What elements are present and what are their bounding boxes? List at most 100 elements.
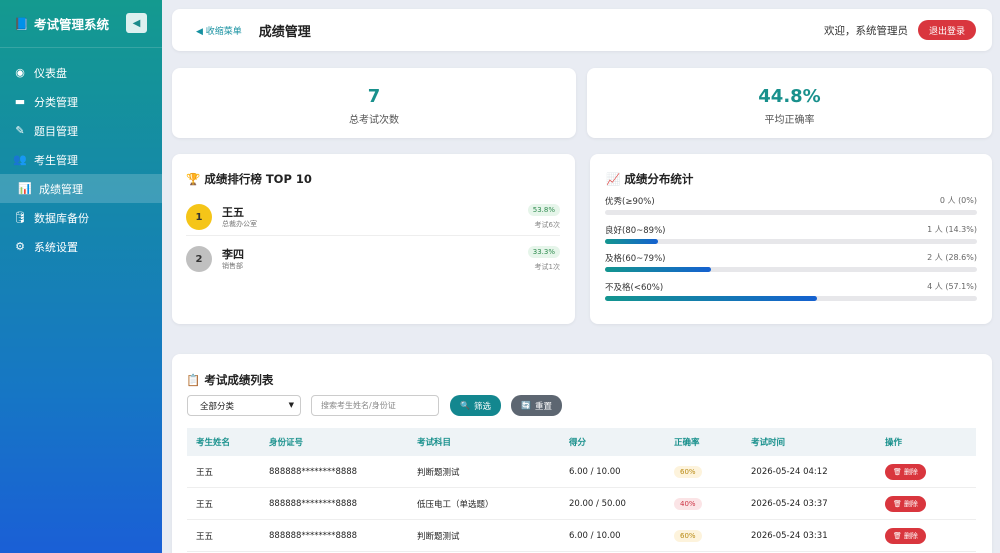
score-table: 考生姓名 身份证号 考试科目 得分 正确率 考试时间 操作 王五 888888*… bbox=[187, 428, 976, 552]
reset-label: 重置 bbox=[534, 401, 552, 412]
distribution-count: 4 人 (57.1%) bbox=[927, 282, 977, 291]
delete-button[interactable]: 🗑 删除 bbox=[885, 495, 926, 512]
rank-badge: 1 bbox=[186, 204, 212, 230]
clipboard-icon: 📋 bbox=[186, 373, 201, 387]
sidebar-item-label: 系统设置 bbox=[34, 240, 78, 254]
progress-fill bbox=[605, 296, 818, 301]
distribution-count: 0 人 (0%) bbox=[939, 196, 977, 205]
filter-label: 筛选 bbox=[473, 401, 491, 412]
logout-button[interactable]: 退出登录 bbox=[918, 20, 976, 40]
table-row: 王五 888888********8888 判断题测试 6.00 / 10.00… bbox=[187, 520, 976, 552]
search-input[interactable]: 搜索考生姓名/身份证 bbox=[311, 395, 439, 416]
gear-icon: ⚙ bbox=[15, 240, 25, 253]
sidebar-nav: ◉ 仪表盘 ▬ 分类管理 ✎ 题目管理 👥 考生管理 📊 成绩管理 🛢 数据库备… bbox=[0, 58, 162, 261]
ranking-title: 🏆 成绩排行榜 TOP 10 bbox=[186, 171, 312, 187]
sidebar-item-settings[interactable]: ⚙ 系统设置 bbox=[0, 232, 162, 261]
category-select-value: 全部分类 bbox=[200, 401, 235, 412]
category-select[interactable]: 全部分类 ▼ bbox=[187, 395, 301, 416]
distribution-title-text: 成绩分布统计 bbox=[624, 172, 694, 186]
sidebar-collapse-button[interactable]: ◀ bbox=[126, 13, 147, 33]
brand-title: 考试管理系统 bbox=[33, 17, 109, 32]
top-header: ◀ 收缩菜单 成绩管理 欢迎，系统管理员 退出登录 bbox=[172, 9, 992, 51]
delete-label: 删除 bbox=[903, 499, 918, 508]
progress-track bbox=[605, 239, 977, 244]
filter-button[interactable]: 🔍 筛选 bbox=[450, 395, 501, 416]
distribution-row: 良好(80~89%) 1 人 (14.3%) bbox=[605, 224, 977, 252]
delete-label: 删除 bbox=[903, 467, 918, 476]
cell-name: 王五 bbox=[196, 499, 214, 510]
distribution-count: 1 人 (14.3%) bbox=[927, 225, 977, 234]
sidebar-item-label: 仪表盘 bbox=[34, 66, 67, 80]
distribution-count: 2 人 (28.6%) bbox=[927, 253, 977, 262]
sidebar-item-label: 成绩管理 bbox=[39, 182, 83, 196]
delete-button[interactable]: 🗑 删除 bbox=[885, 463, 926, 480]
distribution-title: 📈 成绩分布统计 bbox=[606, 171, 693, 187]
trash-icon: 🗑 bbox=[893, 499, 902, 508]
ranking-title-text: 成绩排行榜 TOP 10 bbox=[204, 172, 312, 186]
rank-rate: 53.8% bbox=[527, 204, 560, 216]
stat-card-avg-accuracy: 44.8% 平均正确率 bbox=[587, 68, 992, 138]
dashboard-icon: ◉ bbox=[15, 66, 25, 79]
refresh-icon: 🔄 bbox=[521, 401, 531, 410]
rate-badge: 60% bbox=[674, 529, 702, 542]
cell-action: 🗑 删除 bbox=[885, 495, 965, 512]
reset-button[interactable]: 🔄 重置 bbox=[511, 395, 562, 416]
table-header: 考生姓名 身份证号 考试科目 得分 正确率 考试时间 操作 bbox=[187, 428, 976, 456]
ranking-card: 🏆 成绩排行榜 TOP 10 1 王五 总裁办公室 53.8% 考试6次 2 李四… bbox=[172, 154, 575, 324]
rank-rate: 33.3% bbox=[527, 246, 560, 258]
column-header: 操作 bbox=[885, 438, 903, 448]
avg-accuracy-value: 44.8% bbox=[758, 86, 821, 107]
collapse-menu-link[interactable]: ◀ 收缩菜单 bbox=[196, 24, 242, 37]
column-header: 得分 bbox=[569, 438, 587, 448]
trash-icon: 🗑 bbox=[893, 531, 902, 540]
sidebar-item-examinees[interactable]: 👥 考生管理 bbox=[0, 145, 162, 174]
progress-fill bbox=[605, 267, 712, 272]
table-row: 王五 888888********8888 判断题测试 6.00 / 10.00… bbox=[187, 456, 976, 488]
rate-badge: 60% bbox=[674, 465, 702, 478]
cell-time: 2026-05-24 04:12 bbox=[751, 466, 828, 477]
chart-up-icon: 📈 bbox=[606, 172, 621, 186]
sidebar-item-questions[interactable]: ✎ 题目管理 bbox=[0, 116, 162, 145]
cell-action: 🗑 删除 bbox=[885, 527, 965, 544]
delete-button[interactable]: 🗑 删除 bbox=[885, 527, 926, 544]
distribution-row: 优秀(≥90%) 0 人 (0%) bbox=[605, 195, 977, 223]
cell-name: 王五 bbox=[196, 467, 214, 478]
page-title: 成绩管理 bbox=[258, 24, 311, 40]
sidebar-item-categories[interactable]: ▬ 分类管理 bbox=[0, 87, 162, 116]
avg-accuracy-label: 平均正确率 bbox=[764, 115, 815, 126]
sidebar-item-dashboard[interactable]: ◉ 仪表盘 bbox=[0, 58, 162, 87]
distribution-label: 良好(80~89%) bbox=[605, 226, 666, 236]
chevron-down-icon: ▼ bbox=[288, 401, 294, 409]
total-exams-label: 总考试次数 bbox=[349, 115, 399, 126]
sidebar-item-backup[interactable]: 🛢 数据库备份 bbox=[0, 203, 162, 232]
total-exams-value: 7 bbox=[367, 86, 381, 107]
trash-icon: 🗑 bbox=[893, 467, 902, 476]
cell-time: 2026-05-24 03:37 bbox=[751, 498, 828, 509]
column-header: 正确率 bbox=[674, 438, 700, 448]
rate-badge: 40% bbox=[674, 497, 702, 510]
folder-icon: ▬ bbox=[14, 95, 26, 108]
distribution-label: 及格(60~79%) bbox=[605, 254, 666, 264]
rank-count: 考试6次 bbox=[534, 221, 560, 229]
cell-score: 6.00 / 10.00 bbox=[569, 530, 621, 541]
cell-rate: 60% bbox=[674, 529, 751, 542]
score-list-card: 📋 考试成绩列表 全部分类 ▼ 搜索考生姓名/身份证 🔍 筛选 🔄 重置 考生姓名 身… bbox=[172, 354, 992, 553]
distribution-row: 不及格(<60%) 4 人 (57.1%) bbox=[605, 281, 977, 309]
delete-label: 删除 bbox=[903, 531, 918, 540]
book-icon: 📘 bbox=[14, 16, 29, 31]
distribution-row: 及格(60~79%) 2 人 (28.6%) bbox=[605, 252, 977, 280]
search-icon: 🔍 bbox=[460, 401, 470, 410]
database-icon: 🛢 bbox=[13, 211, 27, 224]
ranking-item: 1 王五 总裁办公室 53.8% 考试6次 bbox=[186, 201, 560, 239]
cell-time: 2026-05-24 03:31 bbox=[751, 530, 828, 541]
cell-name: 王五 bbox=[196, 531, 214, 542]
welcome-text: 欢迎，系统管理员 bbox=[824, 24, 908, 37]
cell-rate: 40% bbox=[674, 497, 751, 510]
cell-id: 888888********8888 bbox=[269, 530, 358, 541]
cell-action: 🗑 删除 bbox=[885, 463, 965, 480]
column-header: 考生姓名 bbox=[196, 438, 231, 448]
rank-dept: 销售部 bbox=[222, 262, 243, 270]
cell-score: 20.00 / 50.00 bbox=[569, 498, 626, 509]
sidebar-item-scores[interactable]: 📊 成绩管理 bbox=[0, 174, 162, 203]
pencil-icon: ✎ bbox=[15, 124, 25, 137]
